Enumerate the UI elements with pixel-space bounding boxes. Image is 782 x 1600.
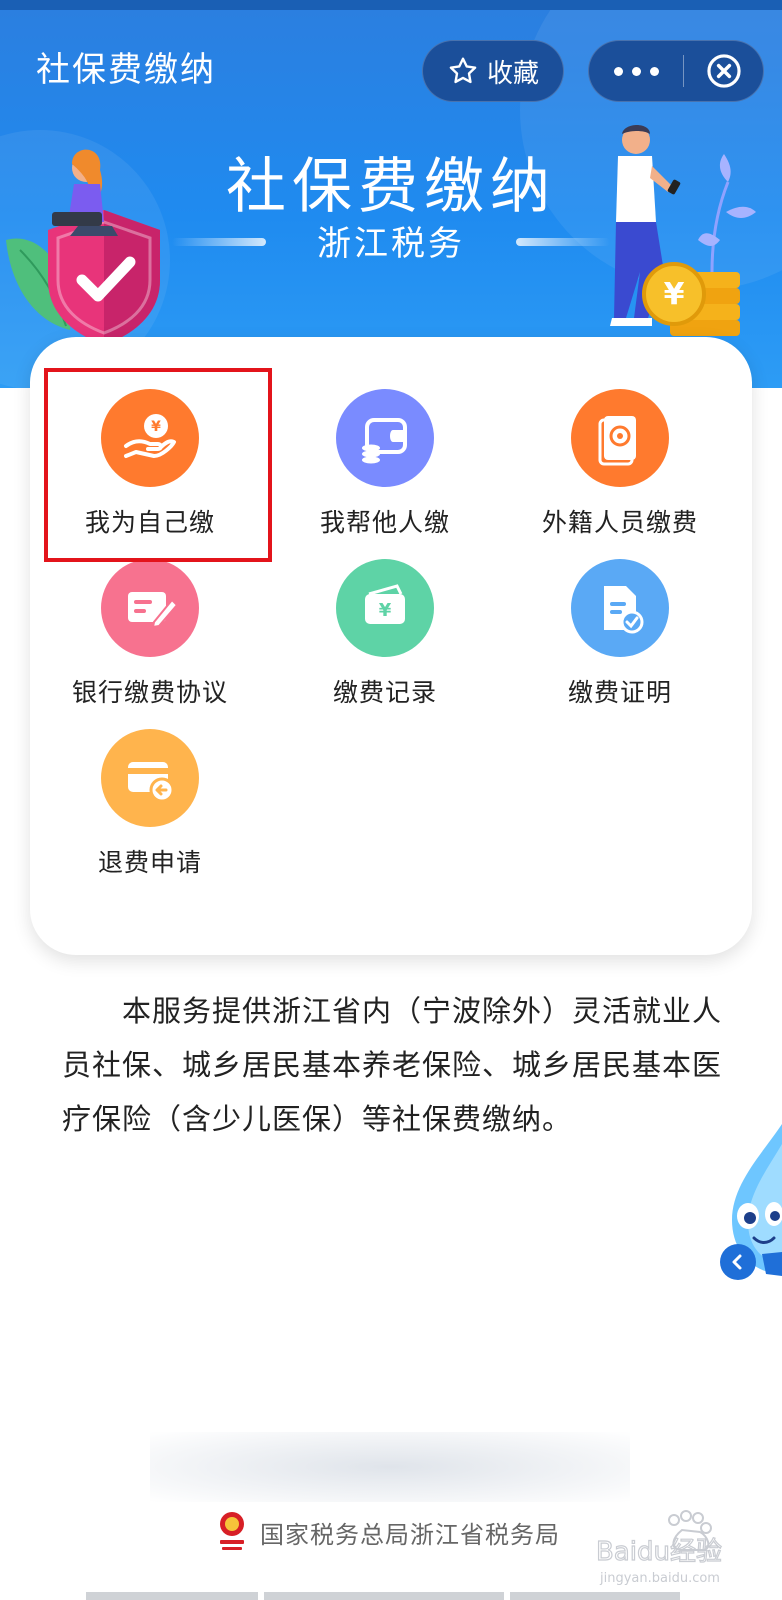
coin-yen: ¥: [664, 277, 685, 312]
service-label: 银行缴费协议: [71, 678, 228, 707]
watermark-url: jingyan.baidu.com: [599, 1571, 720, 1586]
bottom-bar-segment: [510, 1592, 680, 1600]
assistant-collapse-button[interactable]: [720, 1244, 756, 1280]
mini-program-capsule: [588, 40, 764, 102]
service-description: 本服务提供浙江省内（宁波除外）灵活就业人员社保、城乡居民基本养老保险、城乡居民基…: [62, 994, 723, 1136]
service-label: 缴费记录: [332, 678, 437, 707]
banner: 社保费缴纳 收藏 社保费缴纳 浙江税务 ¥: [0, 10, 782, 388]
service-label: 缴费证明: [567, 678, 672, 707]
service-label: 退费申请: [97, 848, 202, 877]
bottom-bar-segment: [264, 1592, 504, 1600]
service-bank-agreement[interactable]: 银行缴费协议: [30, 559, 270, 709]
service-payment-records[interactable]: ¥ 缴费记录: [265, 559, 505, 709]
passport-icon: [571, 389, 669, 487]
service-label: 我帮他人缴: [319, 508, 450, 537]
more-button[interactable]: [589, 66, 683, 76]
star-icon: [449, 57, 477, 84]
banner-decor-line: [516, 238, 610, 246]
service-label: 外籍人员缴费: [541, 508, 698, 537]
more-dot: [649, 66, 659, 76]
footer-org: 国家税务总局浙江省税务局: [260, 1520, 560, 1549]
footer: 国家税务总局浙江省税务局: [218, 1510, 560, 1554]
bottom-bars: [0, 1592, 782, 1600]
baidu-watermark: Baidu经验 jingyan.baidu.com: [596, 1510, 723, 1586]
man-phone-illustration: ¥: [610, 125, 756, 336]
selection-highlight-box: [44, 368, 272, 562]
favorite-label: 收藏: [486, 58, 539, 89]
bottom-bar-segment: [86, 1592, 258, 1600]
service-foreigner-pay[interactable]: 外籍人员缴费: [500, 389, 740, 539]
svg-text:¥: ¥: [379, 600, 392, 621]
more-dots-icon: [613, 66, 623, 76]
favorite-button[interactable]: 收藏: [422, 40, 564, 102]
close-circle-icon: [706, 54, 741, 88]
certificate-check-icon: [571, 559, 669, 657]
wallet-coins-icon: [336, 389, 434, 487]
chevron-left-icon: [732, 1254, 742, 1270]
watermark-brand: Baidu经验: [596, 1537, 722, 1567]
service-payment-certificate[interactable]: 缴费证明: [500, 559, 740, 709]
status-strip: [0, 0, 782, 10]
footer-fade: [150, 1432, 630, 1502]
tax-emblem-icon: [220, 1512, 244, 1550]
shield-illustration: [6, 149, 160, 345]
refund-card-icon: [101, 729, 199, 827]
close-button[interactable]: [684, 52, 763, 90]
service-pay-for-others[interactable]: 我帮他人缴: [265, 389, 505, 539]
page-title: 社保费缴纳: [36, 50, 216, 90]
agreement-edit-icon: [101, 559, 199, 657]
more-dot: [631, 66, 641, 76]
payment-record-icon: ¥: [336, 559, 434, 657]
service-refund-request[interactable]: 退费申请: [30, 729, 270, 879]
